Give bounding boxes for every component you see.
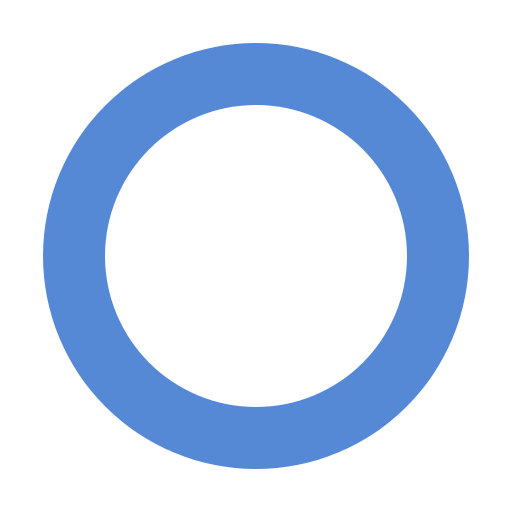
ring-inner — [105, 105, 407, 407]
icon-canvas — [0, 0, 512, 512]
circle-outline-icon — [43, 43, 469, 469]
